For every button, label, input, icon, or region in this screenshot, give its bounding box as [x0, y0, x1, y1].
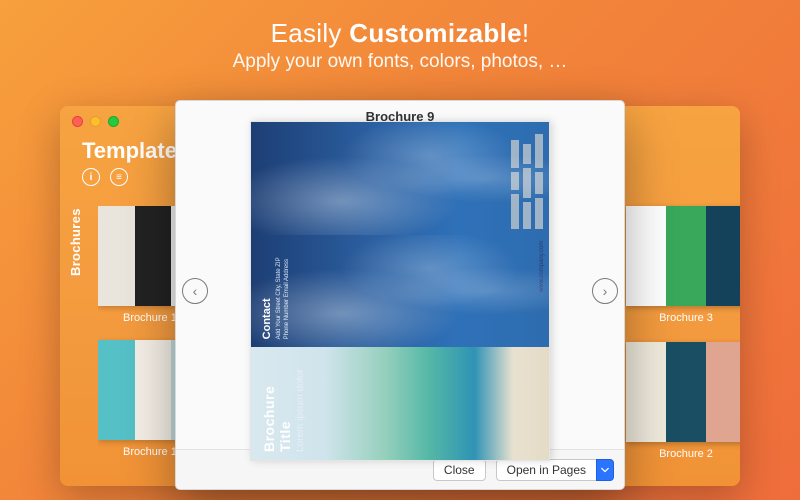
- info-button[interactable]: i: [82, 168, 100, 186]
- chevron-right-icon: ›: [603, 283, 608, 299]
- company-url: www.company.com: [539, 240, 545, 291]
- lorem-placeholder: [535, 127, 543, 228]
- template-preview-panel: Brochure 9 ‹ › Brochure Title Lorem ipsu…: [175, 100, 625, 490]
- preview-next-button[interactable]: ›: [592, 278, 618, 304]
- contact-heading: Contact: [251, 234, 273, 347]
- category-label: Brochures: [68, 208, 83, 276]
- template-thumb[interactable]: Brochure 2: [626, 342, 740, 460]
- window-traffic-lights: [72, 116, 119, 127]
- template-thumb[interactable]: Brochure 3: [626, 206, 740, 324]
- brochure-title: Brochure Title: [251, 347, 293, 460]
- open-in-pages-splitbutton[interactable]: Open in Pages: [496, 459, 614, 481]
- thumb-label: Brochure 2: [626, 448, 740, 460]
- brochure-page: Brochure Title Lorem ipsum dolor Contact…: [250, 121, 550, 461]
- chevron-left-icon: ‹: [193, 283, 198, 299]
- contact-lines: Add Your Street City, State ZIP Phone Nu…: [273, 234, 294, 347]
- brochure-subtitle: Lorem ipsum dolor: [293, 347, 308, 460]
- promo-headline: Easily Customizable!: [0, 0, 800, 49]
- thumb-label: Brochure 3: [626, 312, 740, 324]
- brochure-fold-cover: Brochure Title Lorem ipsum dolor: [251, 347, 549, 460]
- list-button[interactable]: ≡: [110, 168, 128, 186]
- window-close-icon[interactable]: [72, 116, 83, 127]
- open-in-pages-label: Open in Pages: [496, 459, 596, 481]
- list-icon: ≡: [116, 172, 122, 183]
- window-title: Templates: [82, 138, 189, 164]
- headline-bold: Customizable: [349, 18, 522, 48]
- lorem-placeholder: [511, 127, 519, 228]
- preview-prev-button[interactable]: ‹: [182, 278, 208, 304]
- lorem-placeholder: [523, 127, 531, 228]
- brochure-fold-contact: Contact Add Your Street City, State ZIP …: [251, 234, 549, 347]
- info-icon: i: [90, 172, 93, 183]
- promo-subhead: Apply your own fonts, colors, photos, …: [0, 51, 800, 73]
- headline-post: !: [522, 18, 530, 48]
- preview-area: ‹ › Brochure Title Lorem ipsum dolor Con…: [176, 132, 624, 449]
- brochure-fold-body: [251, 121, 549, 234]
- close-button[interactable]: Close: [433, 459, 486, 481]
- window-minimize-icon[interactable]: [90, 116, 101, 127]
- chevron-down-icon: [601, 466, 609, 474]
- open-in-pages-dropdown[interactable]: [596, 459, 614, 481]
- headline-pre: Easily: [271, 18, 350, 48]
- window-zoom-icon[interactable]: [108, 116, 119, 127]
